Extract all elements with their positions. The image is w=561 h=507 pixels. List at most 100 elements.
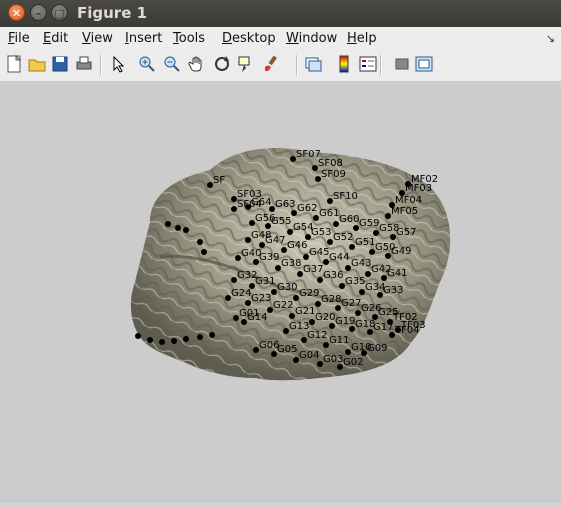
electrode-label: SF — [213, 175, 225, 186]
electrode-label: G60 — [339, 214, 359, 225]
menu-insert[interactable]: Insert — [125, 31, 162, 46]
electrode-label: G20 — [315, 312, 335, 323]
show-plot-tools-icon[interactable] — [414, 54, 434, 74]
menu-file[interactable]: File — [8, 31, 30, 46]
menu-tools[interactable]: Tools — [173, 31, 205, 46]
electrode-label: G05 — [277, 344, 297, 355]
pan-icon[interactable] — [187, 54, 207, 74]
open-file-icon[interactable] — [27, 54, 47, 74]
electrode-label: MF05 — [391, 206, 418, 217]
electrode-marker — [209, 332, 215, 338]
electrode-label: G55 — [271, 216, 291, 227]
figure-canvas[interactable]: SF07 SF08 SF09 SF10 MF02 MF03 MF04 MF05 G64 G63 G6… — [0, 82, 561, 503]
electrode-label: G53 — [311, 227, 331, 238]
link-plot-icon[interactable] — [303, 54, 323, 74]
electrode-label: G33 — [383, 285, 403, 296]
electrode-label: G38 — [281, 258, 301, 269]
electrode-marker — [201, 249, 207, 255]
electrode-label: G22 — [273, 300, 293, 311]
electrode-label: G30 — [277, 282, 297, 293]
menu-edit[interactable]: Edit — [43, 31, 68, 46]
electrode-label: G01 — [239, 308, 259, 319]
minimize-window-button[interactable]: – — [30, 4, 47, 21]
electrode-marker — [171, 338, 177, 344]
data-cursor-icon[interactable] — [236, 54, 256, 74]
hide-plot-tools-icon[interactable] — [392, 54, 412, 74]
print-figure-icon[interactable] — [74, 54, 94, 74]
insert-legend-icon[interactable] — [358, 54, 378, 74]
electrode-label: G35 — [345, 276, 365, 287]
electrode-label: G31 — [255, 276, 275, 287]
brain-surface-plot[interactable]: SF07SF08SF09SF10MF02MF03MF04MF05G64 G63 G6… — [0, 82, 561, 503]
maximize-window-button[interactable]: □ — [51, 4, 68, 21]
menu-view[interactable]: View — [82, 31, 113, 46]
electrode-label: G43 — [351, 258, 371, 269]
window-titlebar: ✕ – □ Figure 1 — [0, 0, 561, 27]
electrode-marker — [159, 339, 165, 345]
close-window-button[interactable]: ✕ — [8, 4, 25, 21]
electrode-label: G36 — [323, 270, 343, 281]
electrode-label: G28 — [321, 294, 341, 305]
new-figure-icon[interactable] — [4, 54, 24, 74]
edit-plot-icon[interactable] — [108, 54, 128, 74]
electrode-label: G46 — [287, 240, 307, 251]
electrode-label: G41 — [387, 268, 407, 279]
electrode-label: G61 — [319, 208, 339, 219]
electrode-marker — [135, 333, 141, 339]
electrode-label: G03 — [323, 354, 343, 365]
electrode-label: G45 — [309, 247, 329, 258]
electrode-label: G04 — [299, 350, 319, 361]
window-title: Figure 1 — [77, 4, 148, 22]
electrode-label: G44 — [329, 252, 349, 263]
electrode-marker — [183, 227, 189, 233]
electrode-label: G23 — [251, 293, 271, 304]
electrode-label: G63 — [275, 199, 295, 210]
electrode-label: G52 — [333, 232, 353, 243]
electrode-label: G39 — [259, 252, 279, 263]
electrode-label: G09 — [367, 343, 387, 354]
electrode-label: G47 — [265, 235, 285, 246]
menu-desktop[interactable]: Desktop — [222, 31, 276, 46]
insert-colorbar-icon[interactable] — [334, 54, 354, 74]
rotate-3d-icon[interactable] — [212, 54, 232, 74]
electrode-label: G11 — [329, 335, 349, 346]
electrode-label: G51 — [355, 237, 375, 248]
electrode-label: G24 — [231, 288, 251, 299]
electrode-label: G62 — [297, 203, 317, 214]
toolbar-separator — [296, 55, 298, 75]
electrode-label: G29 — [299, 288, 319, 299]
electrode-label: MF03 — [405, 183, 432, 194]
menu-bar: ↘ File Edit View Insert Tools Desktop Window He… — [0, 27, 561, 49]
electrode-label: G49 — [391, 246, 411, 257]
toolbar-separator — [380, 55, 382, 75]
zoom-in-icon[interactable] — [137, 54, 157, 74]
electrode-label: SF04 — [237, 199, 262, 210]
electrode-label: SF10 — [333, 191, 358, 202]
electrode-marker — [147, 337, 153, 343]
electrode-label: G37 — [303, 264, 323, 275]
electrode-marker — [197, 334, 203, 340]
electrode-label: G12 — [307, 330, 327, 341]
dock-figure-icon[interactable]: ↘ — [546, 32, 555, 45]
electrode-label: G57 — [396, 227, 416, 238]
electrode-label: TF04 — [394, 325, 420, 336]
electrode-label: G19 — [335, 316, 355, 327]
figure-toolbar — [0, 49, 561, 82]
electrode-label: G21 — [295, 306, 315, 317]
electrode-marker — [183, 336, 189, 342]
electrode-label: G27 — [341, 298, 361, 309]
toolbar-separator — [100, 55, 102, 75]
brush-icon[interactable] — [261, 54, 281, 74]
electrode-label: MF04 — [395, 195, 422, 206]
menu-window[interactable]: Window — [286, 31, 337, 46]
electrode-label: G02 — [343, 357, 363, 368]
electrode-label: SF09 — [321, 169, 346, 180]
zoom-out-icon[interactable] — [162, 54, 182, 74]
electrode-marker — [165, 221, 171, 227]
menu-help[interactable]: Help — [347, 31, 377, 46]
electrode-label: SF08 — [318, 158, 343, 169]
electrode-label: G59 — [359, 218, 379, 229]
save-figure-icon[interactable] — [50, 54, 70, 74]
electrode-marker — [197, 239, 203, 245]
electrode-marker — [175, 225, 181, 231]
